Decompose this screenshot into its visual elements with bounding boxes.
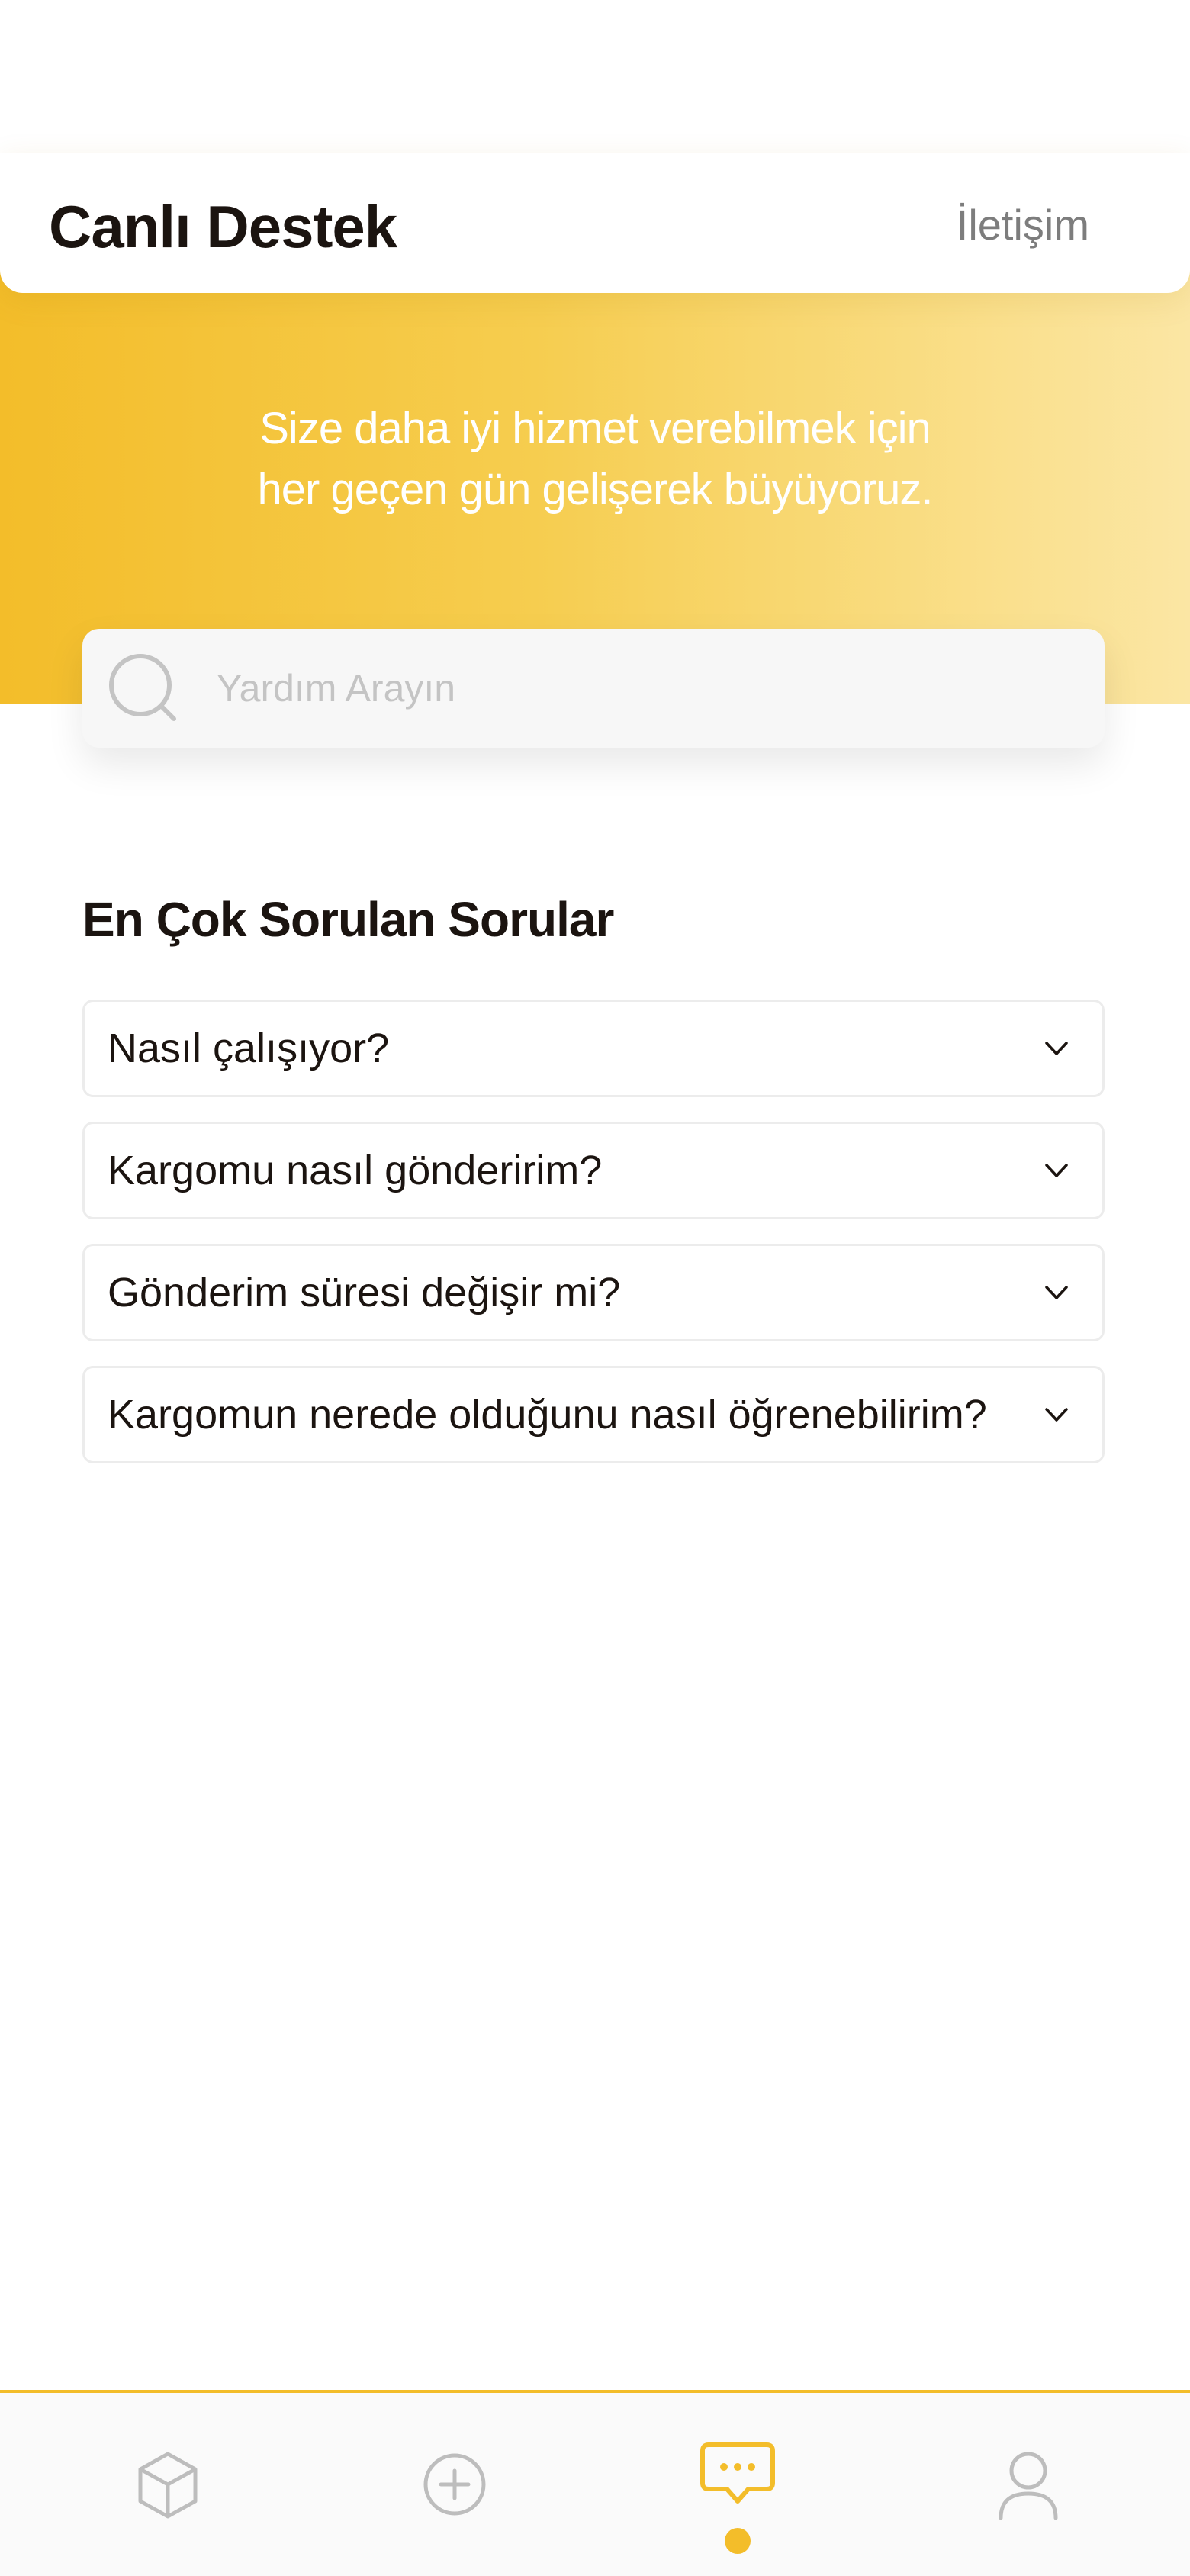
tab-shipments[interactable] xyxy=(122,2439,214,2530)
chevron-down-icon xyxy=(1045,1164,1068,1177)
hero-tagline: Size daha iyi hizmet verebilmek için her… xyxy=(0,398,1190,520)
active-tab-indicator xyxy=(725,2528,751,2554)
chevron-down-icon xyxy=(1045,1042,1068,1055)
search-bar[interactable] xyxy=(82,629,1105,748)
faq-question: Kargomu nasıl gönderirim? xyxy=(108,1148,603,1193)
chevron-down-icon xyxy=(1045,1408,1068,1422)
bottom-tab-bar xyxy=(0,2390,1190,2576)
search-icon xyxy=(109,654,176,721)
profile-icon xyxy=(999,2452,1058,2520)
faq-item[interactable]: Nasıl çalışıyor? xyxy=(82,1000,1105,1097)
page-title: Canlı Destek xyxy=(49,193,397,260)
faq-item[interactable]: Kargomun nerede olduğunu nasıl öğrenebil… xyxy=(82,1366,1105,1463)
app-header: Canlı Destek İletişim xyxy=(0,153,1190,293)
tagline-line-2: her geçen gün gelişerek büyüyoruz. xyxy=(257,465,934,514)
faq-item[interactable]: Kargomu nasıl gönderirim? xyxy=(82,1122,1105,1219)
faq-section-title: En Çok Sorulan Sorular xyxy=(82,892,614,947)
faq-question: Kargomun nerede olduğunu nasıl öğrenebil… xyxy=(108,1392,987,1438)
faq-question: Gönderim süresi değişir mi? xyxy=(108,1270,621,1315)
contact-link[interactable]: İletişim xyxy=(957,200,1089,250)
search-input[interactable] xyxy=(217,629,1071,748)
chevron-down-icon xyxy=(1045,1286,1068,1299)
package-icon xyxy=(138,2452,198,2519)
faq-item[interactable]: Gönderim süresi değişir mi? xyxy=(82,1244,1105,1341)
tab-profile[interactable] xyxy=(983,2439,1074,2530)
tab-live-support[interactable] xyxy=(692,2429,783,2521)
tagline-line-1: Size daha iyi hizmet verebilmek için xyxy=(259,404,931,453)
chat-icon xyxy=(700,2442,775,2504)
add-circle-icon xyxy=(423,2453,486,2516)
tab-new-shipment[interactable] xyxy=(409,2439,500,2530)
live-support-screen: Size daha iyi hizmet verebilmek için her… xyxy=(0,0,1190,2576)
faq-question: Nasıl çalışıyor? xyxy=(108,1026,390,1071)
